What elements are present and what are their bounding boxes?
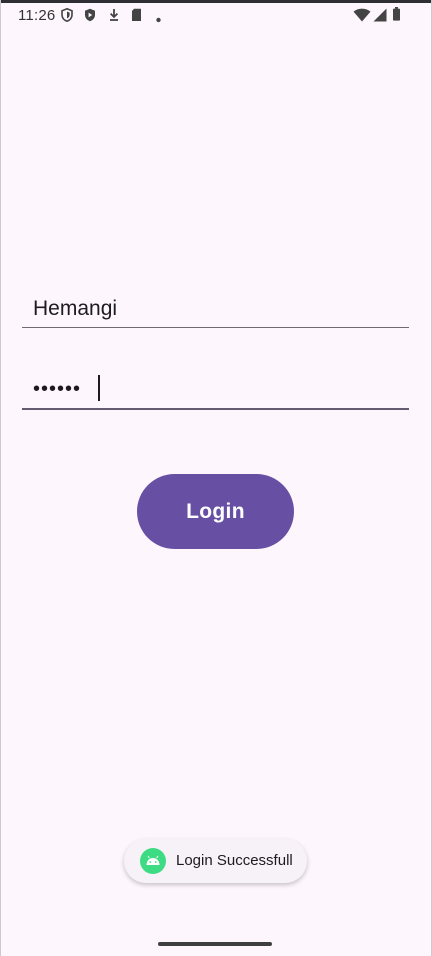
password-input[interactable]: •••••• [33,376,81,402]
text-cursor [98,375,100,401]
username-input[interactable] [22,290,409,328]
wifi-icon [353,8,371,22]
toast-message: Login Successfull [176,852,293,869]
status-time: 11:26 [18,7,56,24]
toast-notification: Login Successfull [124,839,307,883]
battery-icon [393,7,400,21]
password-underline [22,408,409,410]
android-icon [140,848,166,874]
gesture-nav-handle[interactable] [158,942,272,946]
status-bar: 11:26 [0,3,432,29]
sim-card-icon [132,8,141,21]
download-icon [109,9,119,21]
username-underline [22,327,409,328]
password-field[interactable]: •••••• [22,370,409,410]
device-frame-left [0,0,1,956]
shield-icon [61,8,73,22]
dot-icon [156,17,161,23]
app-screen: 11:26 Hemangi •••••• Login Login Success… [0,0,432,956]
username-field[interactable] [22,290,409,330]
play-protect-icon [85,8,95,22]
cell-signal-icon [373,8,387,22]
login-button[interactable]: Login [137,474,294,549]
